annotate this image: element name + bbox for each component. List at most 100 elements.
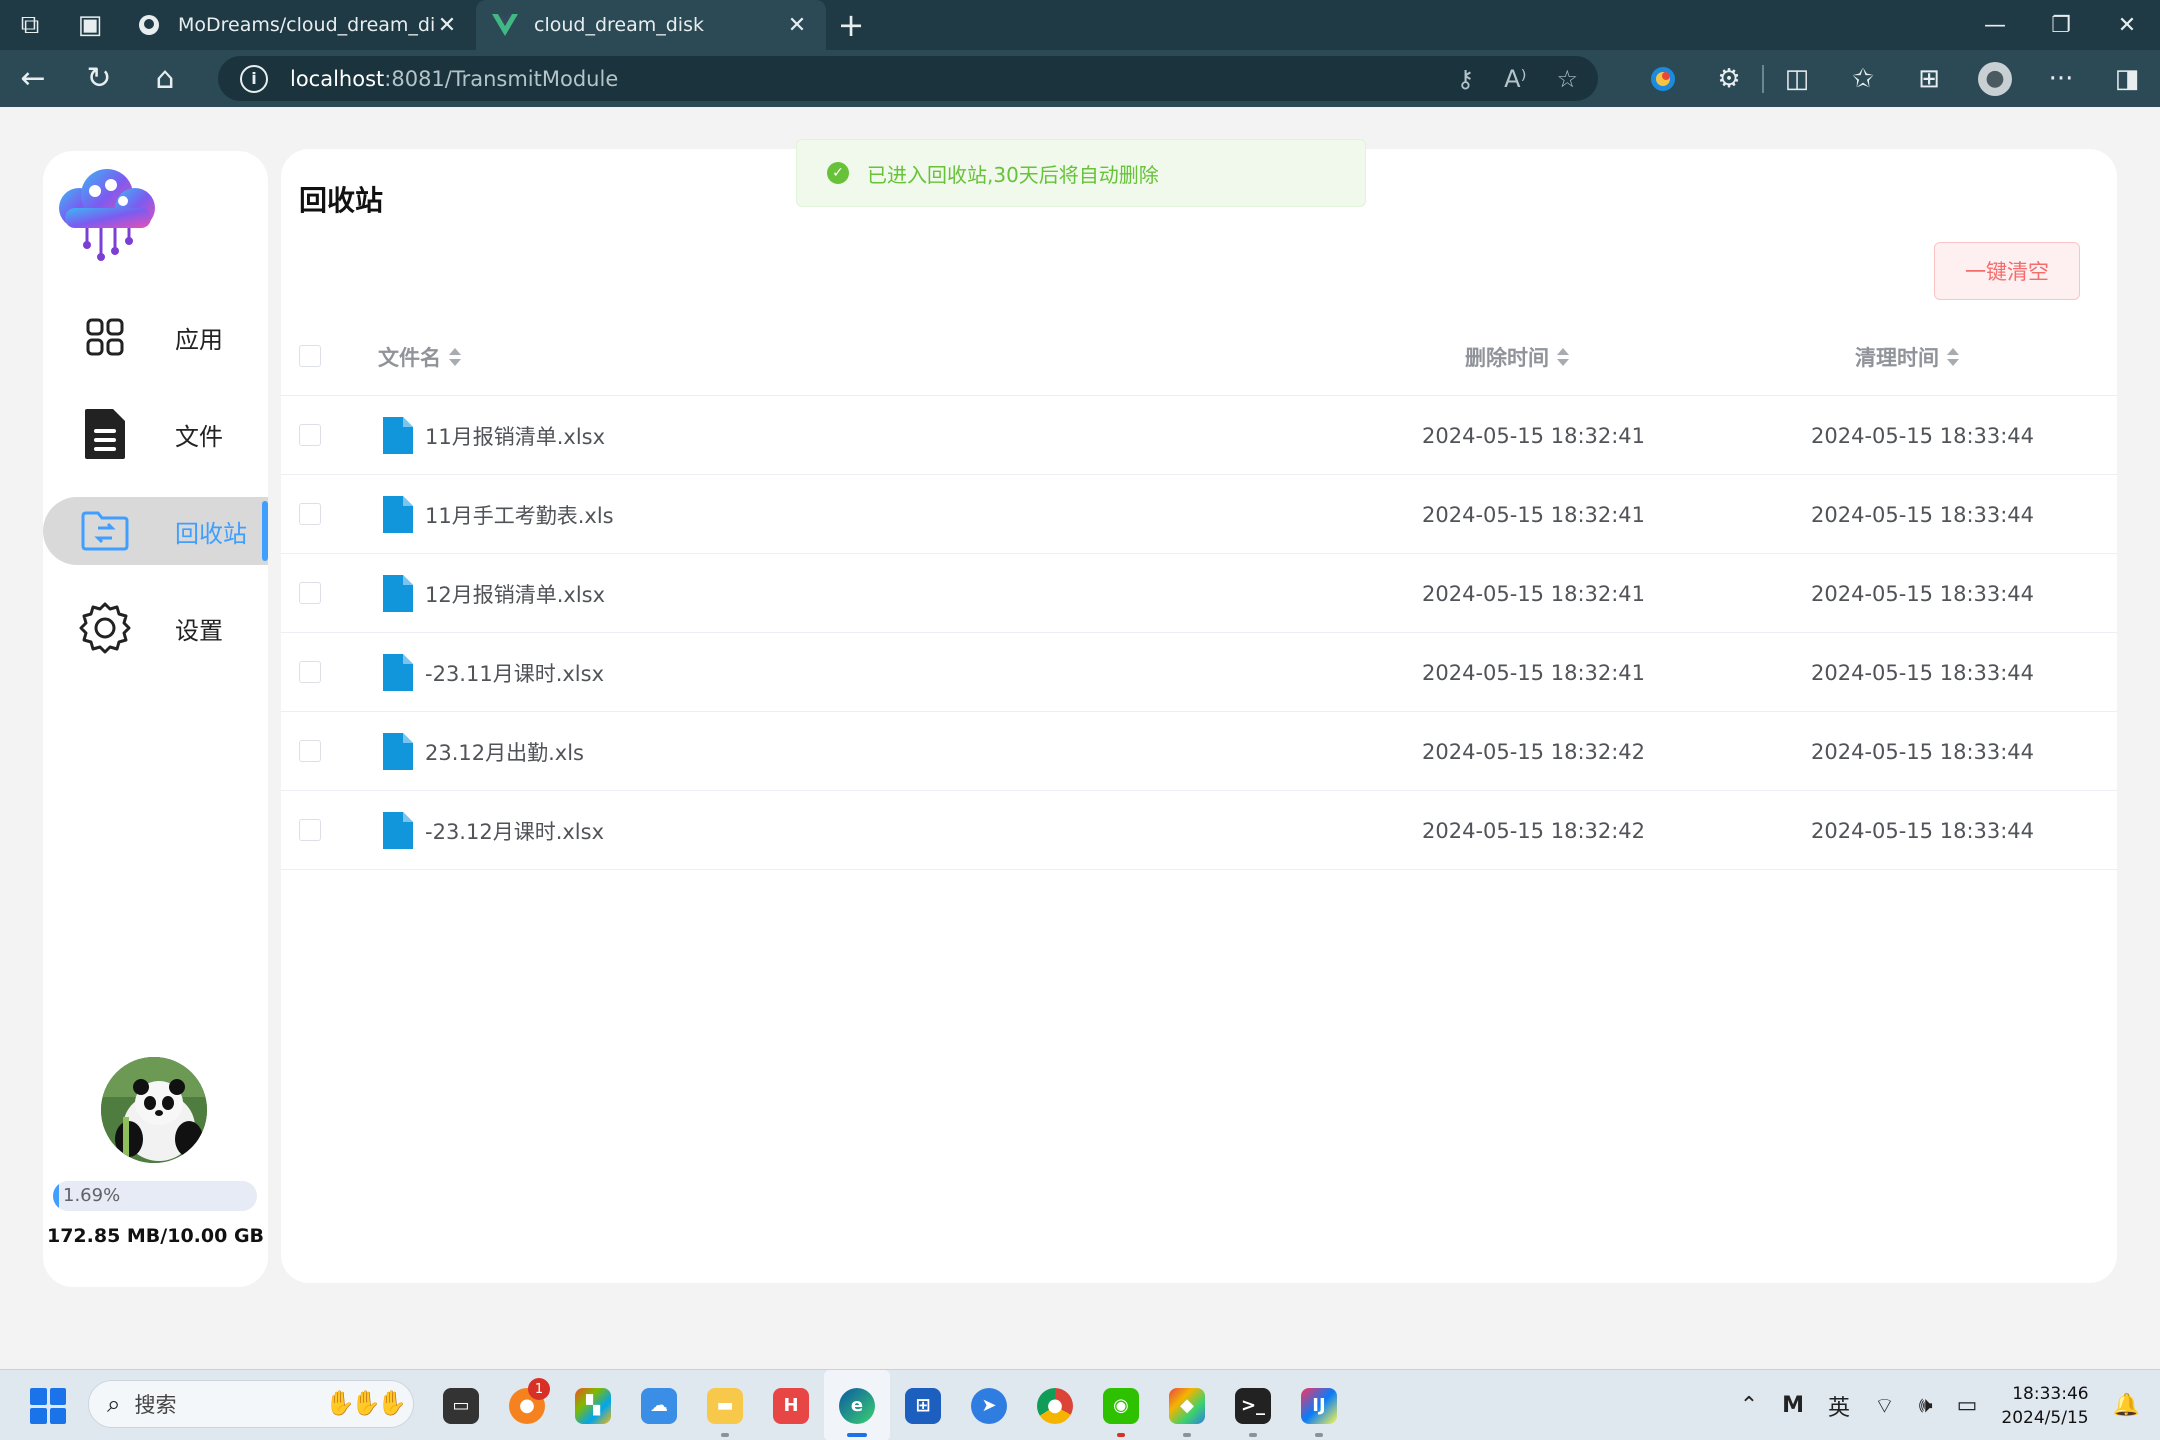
windows-start-icon[interactable] <box>30 1388 66 1424</box>
widgets-icon[interactable]: ▚ <box>560 1370 626 1440</box>
avatar[interactable] <box>101 1057 207 1163</box>
browser-toolbar: ← ↻ ⌂ i localhost :8081/TransmitModule ⚷… <box>0 50 2160 107</box>
close-window-icon[interactable]: ✕ <box>2094 0 2160 50</box>
windows-taskbar: ⌕ 搜索 ✋✋✋ ▭ ● 1 ▚ ☁ ▬ H e ⊞ ➤ ● ◉ ◆ >_ IJ … <box>0 1369 2160 1440</box>
profile-button[interactable]: ● <box>1962 50 2028 107</box>
row-checkbox[interactable] <box>299 740 321 762</box>
wechat-icon[interactable]: ◉ <box>1088 1370 1154 1440</box>
key-icon[interactable]: ⚷ <box>1457 65 1475 93</box>
ime-indicator[interactable]: 英 <box>1828 1390 1850 1422</box>
file-icon <box>77 406 133 462</box>
chrome-icon[interactable]: ● <box>1022 1370 1088 1440</box>
copilot-icon[interactable] <box>1630 50 1696 107</box>
row-checkbox[interactable] <box>299 661 321 683</box>
column-header-filename[interactable]: 文件名 <box>378 317 461 396</box>
favorite-star-icon[interactable]: ☆ <box>1556 65 1578 93</box>
taskbar-search-input[interactable]: ⌕ 搜索 ✋✋✋ <box>88 1380 414 1428</box>
microsoft-store-icon[interactable]: ⊞ <box>890 1370 956 1440</box>
row-checkbox[interactable] <box>299 819 321 841</box>
home-icon[interactable]: ⌂ <box>132 50 198 107</box>
row-checkbox[interactable] <box>299 424 321 446</box>
file-name: -23.12月课时.xlsx <box>425 819 605 844</box>
table-row[interactable]: 11月报销清单.xlsx 2024-05-15 18:32:41 2024-05-1… <box>281 396 2117 475</box>
table-row[interactable]: -23.12月课时.xlsx 2024-05-15 18:32:42 2024-05… <box>281 791 2117 870</box>
file-name-cell: 11月报销清单.xlsx <box>383 396 605 475</box>
close-icon[interactable]: ✕ <box>784 13 810 38</box>
more-menu-icon[interactable]: ··· <box>2028 50 2094 107</box>
collections-icon[interactable]: ⊞ <box>1896 50 1962 107</box>
workspaces-icon[interactable]: ⧉ <box>0 0 60 50</box>
site-info-icon[interactable]: i <box>240 64 268 93</box>
url-path: :8081/TransmitModule <box>384 66 619 91</box>
sort-icon[interactable] <box>1947 346 1959 368</box>
url-host: localhost <box>290 66 385 91</box>
file-name-cell: 11月手工考勤表.xls <box>383 475 614 554</box>
document-icon <box>383 812 413 849</box>
chevron-up-icon[interactable]: ⌃ <box>1740 1393 1758 1418</box>
sidebar: 应用 文件 回收站 设置 1.69% 172.85 MB/10.00 GB <box>43 151 268 1287</box>
sidebar-item-recycle-bin[interactable]: 回收站 <box>43 497 268 565</box>
file-name-cell: -23.12月课时.xlsx <box>383 791 604 870</box>
empty-recycle-bin-button[interactable]: 一键清空 <box>1934 242 2080 300</box>
row-checkbox[interactable] <box>299 582 321 604</box>
tab-actions-icon[interactable]: ▣ <box>60 0 120 50</box>
tab-title: cloud_dream_disk <box>534 14 704 36</box>
recycle-bin-table: 文件名 删除时间 清理时间 11月报销清单.xlsx 2024-05-15 18:… <box>281 317 2117 870</box>
network-meter-icon[interactable]: M <box>1782 1393 1804 1418</box>
read-aloud-icon[interactable]: A⁾ <box>1504 65 1526 93</box>
address-bar[interactable]: i localhost :8081/TransmitModule ⚷ A⁾ ☆ <box>218 56 1598 101</box>
minimize-icon[interactable]: — <box>1962 0 2028 50</box>
favorites-icon[interactable]: ✩ <box>1830 50 1896 107</box>
column-header-cleanup-time[interactable]: 清理时间 <box>1855 317 1959 396</box>
system-clock[interactable]: 18:33:46 2024/5/15 <box>2001 1382 2088 1430</box>
storage-percent: 1.69% <box>63 1185 121 1206</box>
search-highlight-icon: ✋✋✋ <box>325 1389 407 1417</box>
deleted-time-cell: 2024-05-15 18:32:41 <box>1422 502 1646 527</box>
volume-icon[interactable]: 🕪 <box>1919 1393 1933 1418</box>
code-tool-icon[interactable]: ◆ <box>1154 1370 1220 1440</box>
sort-icon[interactable] <box>449 346 461 368</box>
table-row[interactable]: 12月报销清单.xlsx 2024-05-15 18:32:41 2024-05-1… <box>281 554 2117 633</box>
storage-progress-bar: 1.69% <box>53 1181 257 1211</box>
extensions-icon[interactable]: ⚙ <box>1696 50 1762 107</box>
table-row[interactable]: -23.11月课时.xlsx 2024-05-15 18:32:41 2024-05… <box>281 633 2117 712</box>
recycle-bin-panel: 回收站 一键清空 文件名 删除时间 清理时间 11月报销清单.xlsx 2024-… <box>281 149 2117 1283</box>
terminal-icon[interactable]: >_ <box>1220 1370 1286 1440</box>
profile-avatar-icon: ● <box>1978 61 2012 96</box>
sidebar-toggle-icon[interactable]: ◨ <box>2094 50 2160 107</box>
sidebar-item-apps[interactable]: 应用 <box>43 303 268 371</box>
file-name: 23.12月出勤.xls <box>425 740 584 765</box>
navigation-app-icon[interactable]: ➤ <box>956 1370 1022 1440</box>
edge-browser-icon[interactable]: e <box>824 1370 890 1440</box>
restore-icon[interactable]: ❐ <box>2028 0 2094 50</box>
sidebar-item-settings[interactable]: 设置 <box>43 594 268 662</box>
battery-icon[interactable]: ▭ <box>1957 1393 1978 1418</box>
refresh-icon[interactable]: ↻ <box>66 50 132 107</box>
check-circle-icon: ✓ <box>827 162 849 184</box>
table-row[interactable]: 11月手工考勤表.xls 2024-05-15 18:32:41 2024-05-1… <box>281 475 2117 554</box>
close-icon[interactable]: ✕ <box>434 13 460 38</box>
browser-tab[interactable]: MoDreams/cloud_dream_disk: ~ ✕ <box>120 0 476 50</box>
file-explorer-icon[interactable]: ▬ <box>692 1370 758 1440</box>
mail-app-icon[interactable]: ● 1 <box>494 1370 560 1440</box>
sidebar-item-files[interactable]: 文件 <box>43 400 268 468</box>
back-icon[interactable]: ← <box>0 50 66 107</box>
table-row[interactable]: 23.12月出勤.xls 2024-05-15 18:32:42 2024-05-1… <box>281 712 2117 791</box>
new-tab-button[interactable]: + <box>826 0 876 50</box>
column-header-deleted-time[interactable]: 删除时间 <box>1465 317 1569 396</box>
app-store-icon[interactable]: H <box>758 1370 824 1440</box>
sort-icon[interactable] <box>1557 346 1569 368</box>
task-view-icon[interactable]: ▭ <box>428 1370 494 1440</box>
toast-message: 已进入回收站,30天后将自动删除 <box>867 162 1159 187</box>
file-name: -23.11月课时.xlsx <box>425 661 605 686</box>
document-icon <box>383 654 413 691</box>
file-name-cell: 23.12月出勤.xls <box>383 712 584 791</box>
wifi-icon[interactable]: ⌔ <box>1874 1392 1895 1420</box>
row-checkbox[interactable] <box>299 503 321 525</box>
notification-icon[interactable]: 🔔 <box>2113 1393 2140 1418</box>
browser-tab-active[interactable]: cloud_dream_disk ✕ <box>476 0 826 50</box>
select-all-checkbox[interactable] <box>299 345 321 367</box>
cloud-app-icon[interactable]: ☁ <box>626 1370 692 1440</box>
intellij-icon[interactable]: IJ <box>1286 1370 1352 1440</box>
split-screen-icon[interactable]: ◫ <box>1764 50 1830 107</box>
